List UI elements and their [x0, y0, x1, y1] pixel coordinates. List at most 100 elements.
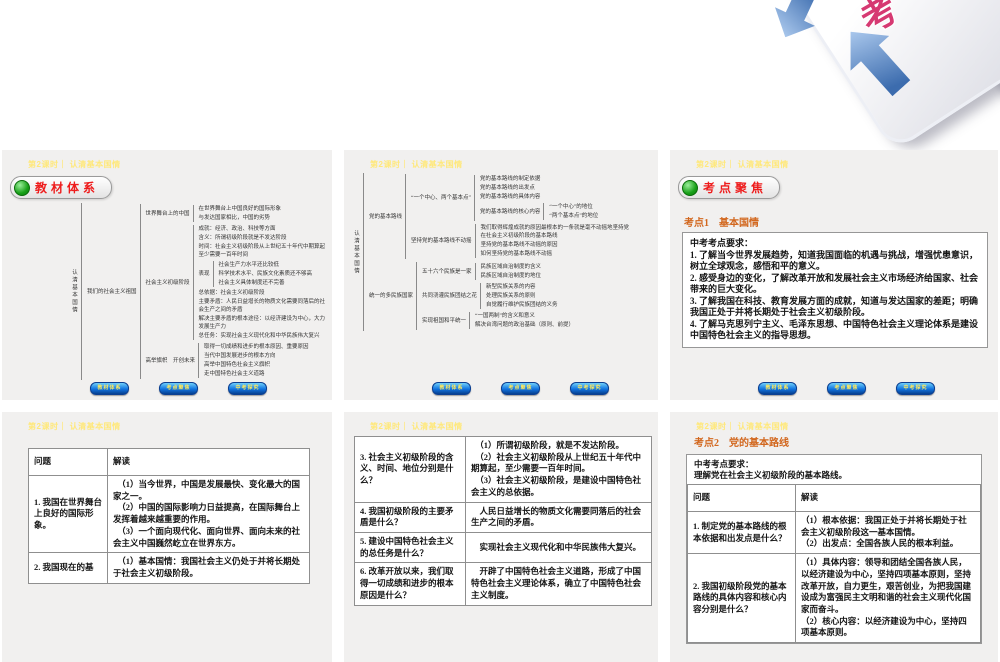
- back-card: [938, 0, 1000, 156]
- nav-button[interactable]: 中考探究: [570, 382, 609, 395]
- nav-buttons: 教材体系 考点聚焦 中考探究: [90, 382, 267, 395]
- tree-node: 坚持党的基本路线不动摇 我们取得辉煌成就的原因最根本的一条就是毫不动摇地坚持党在社…: [409, 223, 635, 259]
- tree-node-label: 在世界舞台上中国良好的国际形象: [198, 206, 282, 212]
- tree-children: 党的基本路线的制定依据 党的基本路线的出发点 党的基本路线的具体内容 党的基本路线的核…: [473, 175, 600, 221]
- tree-node-label: 科学技术水平、民族文化素质还不够高: [218, 271, 313, 277]
- tree-node: 共同浇灌民族团结之花 新型民族关系的内容 处理民族关系的原则 自觉履行维护民族团结的义…: [420, 282, 576, 310]
- tree-node-label: “一国两制”的含义和意义: [475, 313, 535, 319]
- tree-node: “一个中心、两个基本点” 党的基本路线的制定依据 党的基本路线的出发点 党的基本路线的…: [409, 174, 635, 222]
- tree-node-label: 世界舞台上的中国: [145, 210, 190, 217]
- table-cell: 2. 我国初级阶段党的基本路线的具体内容和核心内容分别是什么？: [687, 553, 796, 644]
- requirements-lines: 中考考点要求： 理解党在社会主义初级阶段的基本路线。: [687, 455, 981, 484]
- tree-node-label: 民族区域自治制度的含义: [480, 264, 542, 270]
- tree-node-label: 解决主要矛盾的根本途径：以经济建设为中心，大力发展生产力: [198, 316, 326, 330]
- nav-button[interactable]: 考点聚焦: [159, 382, 198, 395]
- tree-children: 五十六个民族是一家 民族区域自治制度的含义 民族区域自治制度的地位 共同浇灌民族团结之…: [416, 262, 576, 330]
- slide-thumbnail-3[interactable]: 第2课时｜ 认清基本国情 考点聚焦 考点1 基本国情 中考考点要求： 1. 了解当…: [670, 150, 998, 400]
- tree-node: 成就：经济、政治、科技等方面: [197, 225, 330, 233]
- table-cell: 1. 制定党的基本路线的根本依据和出发点是什么？: [687, 510, 796, 555]
- nav-button[interactable]: 考点聚焦: [827, 382, 866, 395]
- tree-children: 党的基本路线 “一个中心、两个基本点” 党的基本路线的制定依据 党的基本路线的出发点党…: [363, 173, 635, 331]
- slide-thumbnail-6[interactable]: 第2课时｜ 认清基本国情 考点2 党的基本路线 中考考点要求： 理解党在社会主义初…: [670, 412, 998, 662]
- text-line: 中考考点要求：: [694, 459, 754, 469]
- tree-node: 认清基本国情 我们的社会主义祖国 世界舞台上的中国 在世界舞台上中国良好的国际形象 与发…: [68, 202, 330, 381]
- tree-node: 主要矛盾：人民日益增长的物质文化需要同落后的社会生产之间的矛盾: [197, 298, 330, 314]
- tree-node-label: 认清基本国情: [353, 229, 359, 275]
- table-row: 6. 改革开放以来，我们取得一切成绩和进步的根本原因是什么？ 开辟了中国特色社会…: [354, 562, 652, 606]
- table-cell: 3. 社会主义初级阶段的含义、时间、地位分别是什么？: [354, 436, 466, 503]
- nav-button[interactable]: 教材体系: [90, 382, 129, 395]
- table-cell: （1）具体内容：领导和团结全国各族人民，以经济建设为中心，坚持四项基本原则，坚持…: [795, 553, 981, 644]
- tree-node-label: 处理民族关系的原则: [486, 293, 536, 299]
- tree-node-label: 认清基本国情: [71, 269, 77, 314]
- tree-node: 含义：所谓初级阶段就是不发达阶段: [197, 234, 330, 242]
- slide-thumbnail-2[interactable]: 第2课时｜ 认清基本国情 认清基本国情 党的基本路线 “一个中心、两个基本点” 党的基…: [344, 150, 658, 400]
- tree-node-label: 当代中国发展进步的根本方向: [204, 353, 276, 359]
- kaodian-heading: 考点1 基本国情: [684, 218, 759, 229]
- kaodian-heading: 考点2 党的基本路线: [694, 438, 789, 449]
- tree-node: 取得一切成绩和进步的根本原因、重要原因: [202, 343, 311, 351]
- tree-node: 走中国特色社会主义道路: [202, 370, 311, 378]
- qa-table-container: 问题 解读 1. 我国在世界舞台上良好的国际形象。 （1）当今世界，中国是发展最快、…: [28, 448, 310, 584]
- table-row: 2. 我国初级阶段党的基本路线的具体内容和核心内容分别是什么？ （1）具体内容：领…: [687, 553, 981, 644]
- tree-node-label: 党的基本路线的出发点: [479, 185, 535, 191]
- tree-node-label: 主要矛盾：人民日益增长的物质文化需要同落后的社会生产之间的矛盾: [198, 299, 326, 313]
- nav-button[interactable]: 考点聚焦: [501, 382, 540, 395]
- slide-header: 第2课时｜ 认清基本国情: [28, 422, 121, 431]
- qa-table-container: 3. 社会主义初级阶段的含义、时间、地位分别是什么？ （1）所谓初级阶段，就是不…: [354, 436, 652, 606]
- tree-node-label: “一个中心、两个基本点”: [411, 195, 471, 201]
- tree-children: 取得一切成绩和进步的根本原因、重要原因 当代中国发展进步的根本方向高举中国特色社会…: [198, 343, 311, 378]
- mind-map: 认清基本国情 我们的社会主义祖国 世界舞台上的中国 在世界舞台上中国良好的国际形象 与发…: [68, 202, 330, 381]
- slide-thumbnail-1[interactable]: 第2课时｜ 认清基本国情 教材体系 认清基本国情 我们的社会主义祖国 世界舞台上的中…: [2, 150, 332, 400]
- table-row: 问题 解读: [28, 448, 310, 476]
- tree-node-label: 总任务：实现社会主义现代化和中华民族伟大复兴: [198, 333, 320, 339]
- tree-node-label: 党的基本路线: [369, 213, 403, 220]
- tree-node-label: 与发达国家相比，中国的劣势: [198, 215, 271, 221]
- tree-node-label: 总依据：社会主义初级阶段: [198, 290, 265, 296]
- text-line: 理解党在社会主义初级阶段的基本路线。: [694, 470, 848, 480]
- tree-node-label: 社会主义初级阶段: [145, 279, 190, 286]
- kaodian-box: 中考考点要求： 理解党在社会主义初级阶段的基本路线。 问题 解读 1. 制定党的基本路…: [686, 454, 982, 645]
- tree-node: 新型民族关系的内容: [484, 283, 560, 291]
- qa-table: 3. 社会主义初级阶段的含义、时间、地位分别是什么？ （1）所谓初级阶段，就是不…: [354, 436, 652, 606]
- table-cell: （1）当今世界，中国是发展最快、变化最大的国家之一。 （2）中国的国际影响力日益…: [107, 474, 310, 554]
- qa-table-container: 问题 解读 1. 制定党的基本路线的根本依据和出发点是什么？ （1）根本依据：我国正处…: [687, 484, 981, 644]
- table-row: 问题 解读: [687, 484, 981, 512]
- nav-button[interactable]: 中考探究: [896, 382, 935, 395]
- tree-node: 在世界舞台上中国良好的国际形象: [197, 205, 284, 213]
- tree-node: 时间：社会主义初级阶段从上世纪五十年代中期算起至少需要一百年时间: [197, 243, 330, 259]
- table-cell: 6. 改革开放以来，我们取得一切成绩和进步的根本原因是什么？: [354, 562, 466, 606]
- tree-node: 总依据：社会主义初级阶段: [197, 289, 330, 297]
- tree-node-label: 党的基本路线的制定依据: [479, 176, 541, 182]
- slide-thumbnail-5[interactable]: 第2课时｜ 认清基本国情 3. 社会主义初级阶段的含义、时间、地位分别是什么？ …: [344, 412, 658, 662]
- nav-button[interactable]: 教材体系: [432, 382, 471, 395]
- arrow-icon: [831, 14, 920, 105]
- nav-button[interactable]: 中考探究: [228, 382, 267, 395]
- tree-children: 在世界舞台上中国良好的国际形象 与发达国家相比，中国的劣势: [192, 205, 284, 222]
- table-cell: （1）基本国情：我国社会主义仍处于并将长期处于社会主义初级阶段。: [107, 552, 310, 584]
- tree-node-label: 时间：社会主义初级阶段从上世纪五十年代中期算起至少需要一百年时间: [198, 244, 326, 258]
- tree-children: 社会生产力水平还比较低 科学技术水平、民族文化素质还不够高 社会主义具体制度还不完善: [212, 261, 315, 287]
- tree-node: 表现 社会生产力水平还比较低 科学技术水平、民族文化素质还不够高 社会主义具体制度还不…: [197, 260, 330, 288]
- table-header-cell: 解读: [795, 484, 981, 512]
- section-badge-label: 教材体系: [35, 181, 100, 195]
- tree-node: 世界舞台上的中国 在世界舞台上中国良好的国际形象 与发达国家相比，中国的劣势: [144, 204, 330, 223]
- tree-node: 认清基本国情 党的基本路线 “一个中心、两个基本点” 党的基本路线的制定依据 党的基本路…: [350, 172, 656, 332]
- section-badge: 考点聚焦: [678, 176, 781, 199]
- tree-node-label: 党的基本路线的核心内容: [479, 208, 541, 215]
- tree-node-label: 取得一切成绩和进步的根本原因、重要原因: [204, 344, 309, 350]
- tree-node: 社会生产力水平还比较低: [217, 261, 315, 269]
- deco-text: 考: [853, 0, 906, 41]
- table-cell: 开辟了中国特色社会主义道路，形成了中国特色社会主义理论体系，确立了中国特色社会主…: [465, 562, 652, 606]
- purple-shape: [929, 0, 1000, 63]
- tree-node-label: 民族区域自治制度的地位: [480, 273, 542, 279]
- tree-node: 我们的社会主义祖国 世界舞台上的中国 在世界舞台上中国良好的国际形象 与发达国家相比，…: [85, 203, 330, 380]
- slide-thumbnail-4[interactable]: 第2课时｜ 认清基本国情 问题 解读 1. 我国在世界舞台上良好的国际形象。 （1）…: [2, 412, 332, 662]
- table-row: 4. 我国初级阶段的主要矛盾是什么？ 人民日益增长的物质文化需要同落后的社会生产…: [354, 501, 652, 534]
- nav-button[interactable]: 教材体系: [758, 382, 797, 395]
- tree-children: 我们的社会主义祖国 世界舞台上的中国 在世界舞台上中国良好的国际形象 与发达国家相比，…: [81, 203, 330, 380]
- tree-node: 高举中国特色社会主义旗帜: [202, 361, 311, 369]
- tree-node: 民族区域自治制度的含义: [479, 263, 544, 271]
- tree-node-label: 社会生产力水平还比较低: [218, 262, 280, 268]
- text-line: 3. 了解我国在科技、教育发展方面的成就，知道与发达国家的差距；明确我国正处于并…: [690, 295, 979, 318]
